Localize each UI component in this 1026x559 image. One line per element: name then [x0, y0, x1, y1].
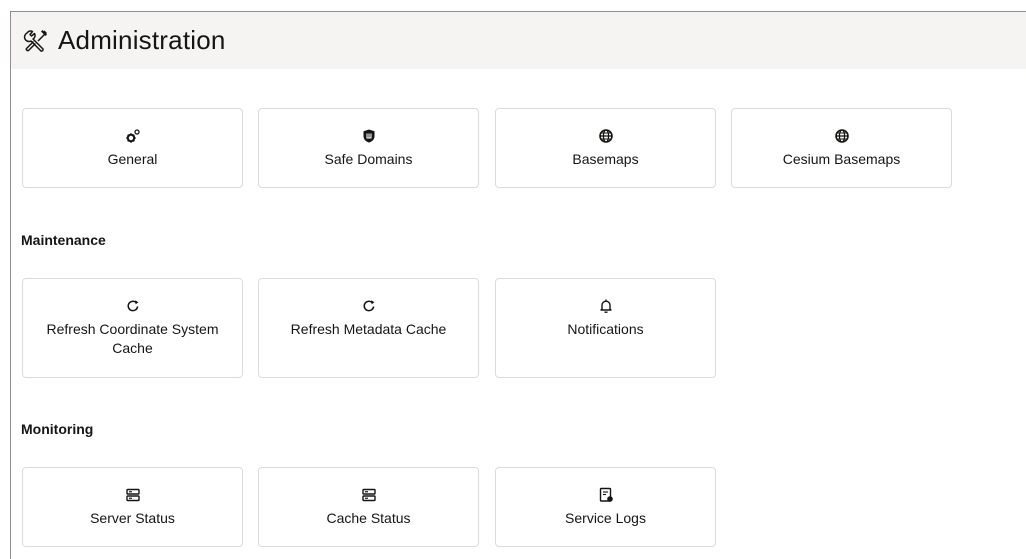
card-label: Refresh Metadata Cache	[290, 321, 447, 337]
section-heading-maintenance: Maintenance	[21, 232, 106, 248]
section-heading-monitoring: Monitoring	[21, 421, 94, 437]
card-label: Basemaps	[572, 151, 639, 167]
card-service-logs[interactable]: Service Logs	[495, 467, 716, 547]
card-label: Cesium Basemaps	[782, 151, 901, 167]
card-label: Refresh Coordinate System Cache	[46, 321, 219, 356]
card-cache-status[interactable]: Cache Status	[258, 467, 479, 547]
shield-icon	[361, 128, 377, 144]
card-label: Server Status	[90, 510, 175, 526]
card-refresh-metadata-cache[interactable]: Refresh Metadata Cache	[258, 278, 479, 378]
refresh-icon	[125, 298, 141, 314]
server-icon	[125, 487, 141, 503]
card-server-status[interactable]: Server Status	[22, 467, 243, 547]
card-label: Notifications	[567, 321, 644, 337]
card-general[interactable]: General	[22, 108, 243, 188]
card-cesium-basemaps[interactable]: Cesium Basemaps	[731, 108, 952, 188]
server-icon	[361, 487, 377, 503]
page-title: Administration	[58, 25, 226, 55]
wrench-screwdriver-icon	[22, 27, 50, 55]
card-safe-domains[interactable]: Safe Domains	[258, 108, 479, 188]
card-label: Service Logs	[565, 510, 646, 526]
card-basemaps[interactable]: Basemaps	[495, 108, 716, 188]
bell-icon	[598, 298, 614, 314]
admin-panel: General Safe Domains Basemaps Cesium Bas…	[10, 11, 1026, 559]
card-notifications[interactable]: Notifications	[495, 278, 716, 378]
globe-icon	[598, 128, 614, 144]
card-label: General	[107, 151, 158, 167]
card-label: Safe Domains	[324, 151, 413, 167]
card-label: Cache Status	[326, 510, 411, 526]
refresh-icon	[361, 298, 377, 314]
log-file-icon	[598, 487, 614, 503]
card-refresh-coordinate-system-cache[interactable]: Refresh Coordinate System Cache	[22, 278, 243, 378]
globe-icon	[834, 128, 850, 144]
page-header: Administration	[11, 12, 1026, 69]
gears-icon	[125, 128, 141, 144]
